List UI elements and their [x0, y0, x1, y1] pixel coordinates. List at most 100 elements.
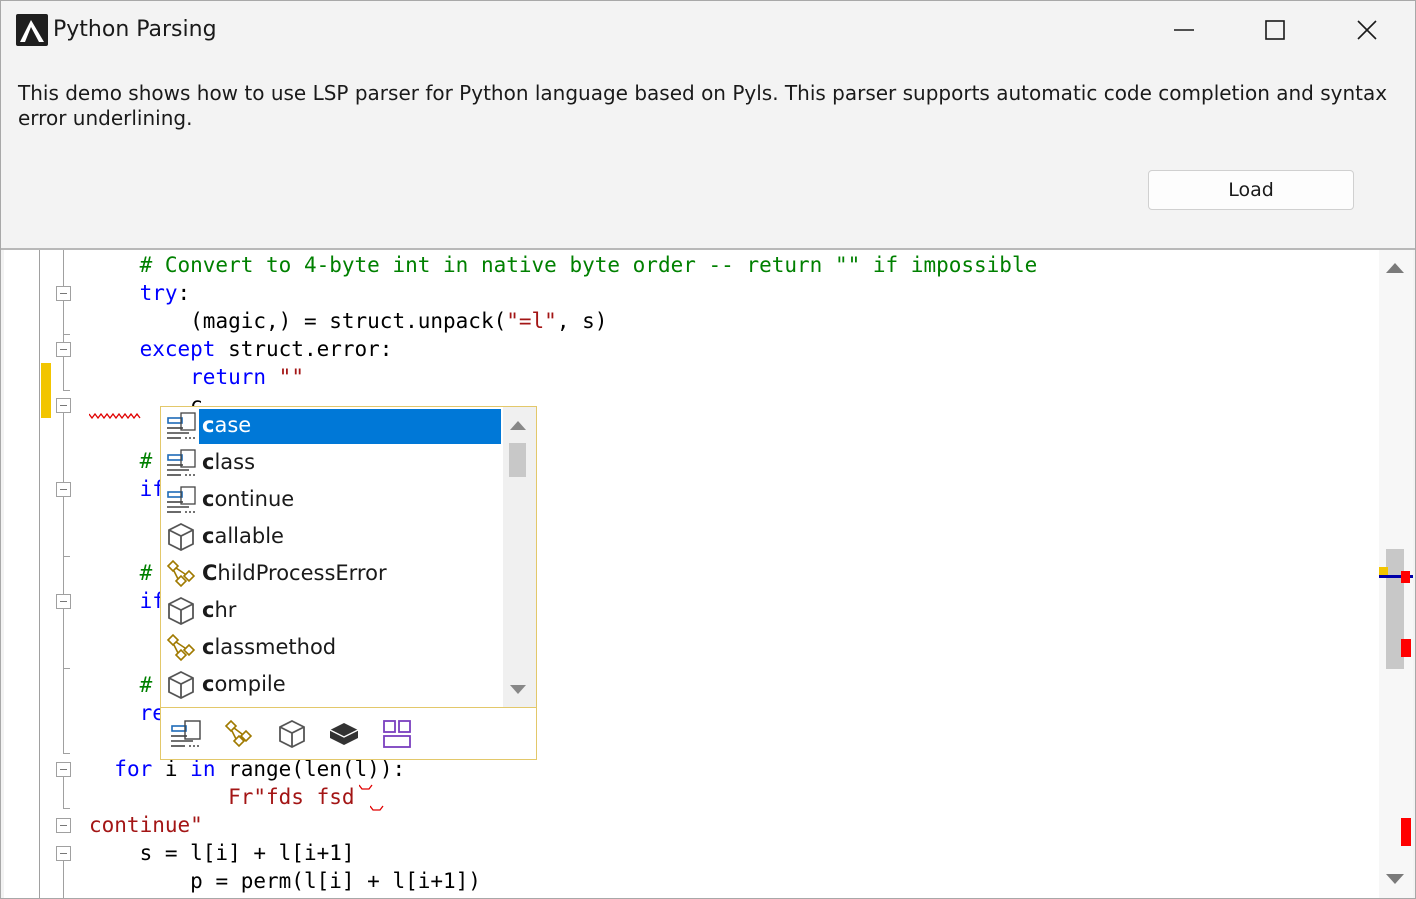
code-token: , s) — [556, 309, 608, 333]
code-line[interactable]: # Convert to 4-byte int in native byte o… — [89, 251, 1038, 279]
scroll-up-icon[interactable] — [510, 421, 526, 430]
fold-line — [63, 497, 64, 594]
completion-suffix: hr — [214, 598, 237, 622]
code-token: "=l" — [506, 309, 557, 333]
code-line[interactable]: (magic,) = struct.unpack("=l", s) — [89, 307, 607, 335]
fold-end — [63, 753, 70, 754]
title-bar[interactable]: Python Parsing — [1, 1, 1415, 63]
code-line[interactable]: if — [89, 475, 165, 503]
completion-item-label: compile — [202, 666, 286, 703]
code-token: # — [139, 449, 153, 473]
scroll-down-icon[interactable] — [510, 685, 526, 694]
fold-toggle[interactable] — [56, 342, 71, 357]
keyword-icon — [167, 449, 196, 476]
scrollbar-thumb[interactable] — [509, 443, 526, 477]
completion-item[interactable]: ChildProcessError — [161, 555, 501, 592]
completion-item[interactable]: compile — [161, 666, 501, 703]
function-filter-icon[interactable] — [275, 718, 309, 750]
completion-item[interactable]: callable — [161, 518, 501, 555]
code-token: # — [139, 673, 153, 697]
change-map-marker — [1379, 567, 1388, 575]
code-line[interactable]: return "" — [89, 363, 304, 391]
error-map-marker — [1401, 639, 1411, 657]
fold-toggle[interactable] — [56, 594, 71, 609]
function-cube-icon — [168, 670, 194, 700]
code-token: in — [190, 757, 216, 781]
code-token: continue" — [89, 813, 203, 837]
match-prefix: c — [202, 413, 215, 437]
module-filter-icon[interactable] — [327, 718, 361, 750]
keyword-filter-icon[interactable] — [169, 718, 203, 750]
completion-item[interactable]: class — [161, 444, 501, 481]
fold-line — [63, 861, 64, 898]
code-token: Fr"fds fsd — [228, 785, 368, 809]
scroll-down-icon[interactable] — [1386, 874, 1404, 884]
snippet-filter-icon[interactable] — [380, 718, 414, 750]
fold-end — [63, 390, 70, 391]
completion-item-label: callable — [202, 518, 284, 555]
fold-line — [63, 413, 64, 482]
fold-toggle[interactable] — [56, 482, 71, 497]
completion-suffix: allable — [214, 524, 284, 548]
fold-end — [63, 668, 70, 669]
fold-toggle[interactable] — [56, 762, 71, 777]
completion-item[interactable]: continue — [161, 481, 501, 518]
close-button[interactable] — [1321, 1, 1413, 59]
scroll-up-icon[interactable] — [1386, 263, 1404, 273]
completion-item-label: continue — [202, 481, 294, 518]
code-token: for — [114, 757, 153, 781]
code-line[interactable]: # — [89, 671, 153, 699]
close-icon — [1357, 20, 1377, 40]
code-line[interactable]: # — [89, 447, 153, 475]
code-line[interactable]: re — [89, 699, 165, 727]
class-icon — [166, 633, 196, 662]
completion-item[interactable]: chr — [161, 592, 501, 629]
fold-line — [63, 609, 64, 754]
code-line[interactable]: Fr"fds fsd — [89, 783, 367, 811]
match-prefix: c — [202, 450, 215, 474]
fold-end — [63, 808, 70, 809]
load-button[interactable]: Load — [1148, 170, 1354, 210]
code-line[interactable]: s = l[i] + l[i+1] — [89, 839, 355, 867]
code-line[interactable]: continue" — [89, 811, 203, 839]
completion-item[interactable]: classmethod — [161, 629, 501, 666]
completion-item-label: chr — [202, 592, 236, 629]
code-line[interactable]: # — [89, 559, 153, 587]
python-parsing-window: Python Parsing This demo shows how to us… — [0, 0, 1416, 899]
code-token: range(len(l)): — [215, 757, 406, 781]
class-icon — [166, 559, 196, 588]
minimize-icon — [1174, 29, 1194, 31]
code-token: s = l[i] + l[i+1] — [139, 841, 355, 865]
completion-item-label: case — [202, 407, 251, 444]
class-filter-icon[interactable] — [222, 718, 256, 750]
fold-toggle[interactable] — [56, 846, 71, 861]
code-token: p = perm(l[i] + l[i+1]) — [190, 869, 481, 893]
code-completion-popup[interactable]: case class continue callable ChildProcessErr… — [160, 406, 537, 760]
fold-toggle[interactable] — [56, 398, 71, 413]
completion-item[interactable]: case — [161, 407, 501, 444]
code-line[interactable]: try: — [89, 279, 191, 307]
fold-toggle[interactable] — [56, 286, 71, 301]
changed-line-marker — [41, 363, 51, 418]
code-line[interactable]: p = perm(l[i] + l[i+1]) — [89, 867, 481, 895]
maximize-icon — [1265, 20, 1285, 40]
fold-toggle[interactable] — [56, 818, 71, 833]
completion-suffix: ontinue — [214, 487, 295, 511]
minimize-button[interactable] — [1138, 1, 1230, 59]
completion-list[interactable]: case class continue callable ChildProcessErr… — [161, 407, 503, 707]
maximize-button[interactable] — [1229, 1, 1321, 59]
function-cube-icon — [168, 522, 194, 552]
code-line[interactable]: except struct.error: — [89, 335, 393, 363]
code-token: "" — [278, 365, 304, 389]
code-token: (magic,) = struct.unpack( — [190, 309, 507, 333]
fold-line — [63, 250, 64, 286]
